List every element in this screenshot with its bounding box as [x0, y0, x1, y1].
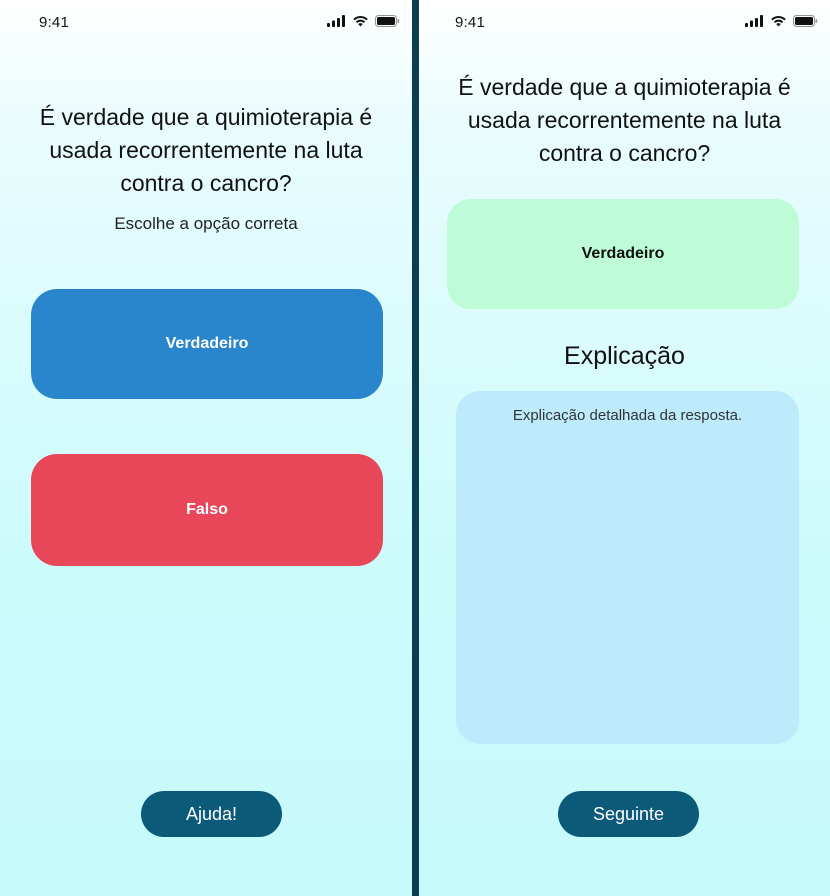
status-time: 9:41	[455, 14, 485, 31]
quiz-answer-screen: 9:41 É verdade que a quimioterapia é usa…	[419, 0, 830, 896]
next-button[interactable]: Seguinte	[558, 791, 699, 837]
explanation-text: Explicação detalhada da resposta.	[512, 407, 743, 424]
false-answer-button[interactable]: Falso	[31, 454, 383, 566]
selected-answer-card: Verdadeiro	[447, 199, 799, 309]
battery-icon	[793, 15, 818, 27]
question-text: É verdade que a quimioterapia é usada re…	[39, 104, 373, 196]
question-text: É verdade que a quimioterapia é usada re…	[458, 74, 791, 166]
quiz-question-screen: 9:41 É verdade que a quimioterapia é usa…	[0, 0, 412, 896]
status-icons	[327, 15, 400, 27]
next-button-label: Seguinte	[592, 803, 665, 824]
false-answer-label: Falso	[186, 501, 228, 518]
instruction-text: Escolhe a opção correta	[114, 214, 298, 233]
status-bar: 9:41	[419, 0, 830, 46]
wifi-icon	[353, 15, 368, 27]
cellular-signal-icon	[327, 15, 345, 27]
status-time: 9:41	[39, 14, 69, 31]
true-answer-button[interactable]: Verdadeiro	[31, 289, 383, 399]
cellular-signal-icon	[745, 15, 763, 27]
selected-answer-label: Verdadeiro	[581, 245, 665, 262]
true-answer-label: Verdadeiro	[165, 335, 249, 352]
status-icons	[745, 15, 818, 27]
battery-icon	[375, 15, 400, 27]
help-button[interactable]: Ajuda!	[141, 791, 282, 837]
status-bar: 9:41	[0, 0, 412, 46]
explanation-box: Explicação detalhada da resposta.	[456, 391, 799, 744]
help-button-label: Ajuda!	[185, 803, 238, 824]
explanation-title: Explicação	[564, 342, 685, 370]
wifi-icon	[771, 15, 786, 27]
